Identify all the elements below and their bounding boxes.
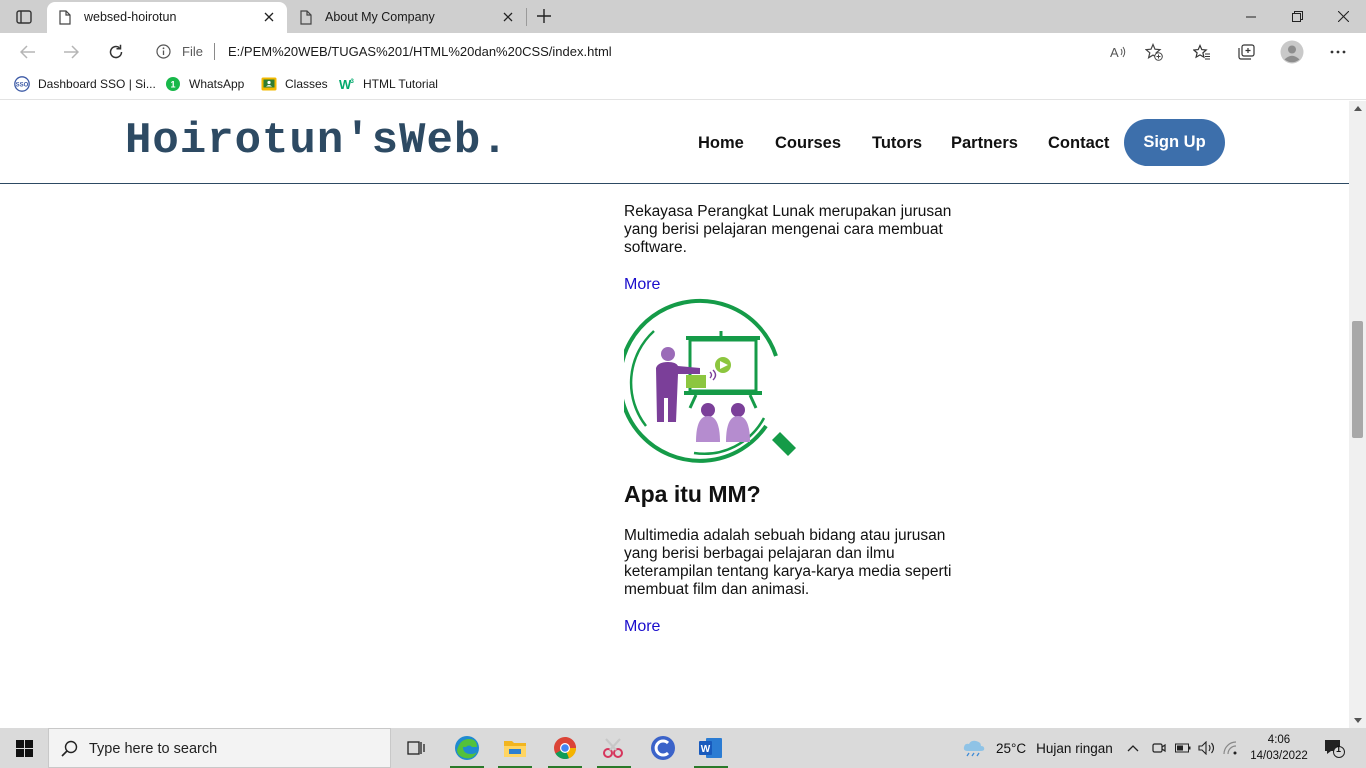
notification-count: 1: [1336, 744, 1342, 754]
tab-websed-hoirotun[interactable]: websed-hoirotun: [47, 2, 287, 33]
profile-avatar-icon[interactable]: [1278, 38, 1306, 66]
page-viewport: Hoirotun'sWeb. Home Courses Tutors Partn…: [0, 101, 1349, 728]
tab-about-my-company[interactable]: About My Company: [288, 2, 526, 33]
weather-temp: 25°C: [996, 740, 1027, 756]
rpl-description: Rekayasa Perangkat Lunak merupakan jurus…: [624, 203, 952, 256]
info-icon[interactable]: [156, 44, 171, 64]
system-clock[interactable]: 4:06 14/03/2022: [1244, 732, 1314, 764]
address-divider: [214, 43, 215, 60]
nav-contact[interactable]: Contact: [1048, 119, 1109, 167]
bookmark-html-tutorial[interactable]: W3 HTML Tutorial: [339, 76, 438, 92]
word-icon[interactable]: W: [688, 728, 734, 768]
bookmark-label: HTML Tutorial: [363, 77, 438, 91]
weather-desc: Hujan ringan: [1036, 740, 1113, 756]
tab-bar: websed-hoirotun About My Company: [0, 0, 1366, 33]
page-icon: [300, 10, 312, 28]
notification-center-icon[interactable]: 1: [1324, 728, 1346, 768]
forward-icon[interactable]: [57, 38, 85, 66]
mm-description: Multimedia adalah sebuah bidang atau jur…: [624, 527, 952, 598]
tab-title: About My Company: [325, 10, 435, 24]
scroll-thumb[interactable]: [1352, 321, 1363, 438]
bookmark-whatsapp[interactable]: 1 WhatsApp: [165, 76, 244, 92]
bookmark-label: WhatsApp: [189, 77, 245, 91]
favorites-icon[interactable]: [1188, 38, 1216, 66]
bookmark-label: Dashboard SSO | Si...: [38, 77, 156, 91]
task-view-icon[interactable]: [393, 728, 439, 768]
nav-home[interactable]: Home: [698, 119, 744, 167]
bookmark-classes[interactable]: Classes: [261, 76, 328, 92]
weather-widget[interactable]: 25°C Hujan ringan: [962, 728, 1113, 768]
nav-home-link[interactable]: Home: [698, 134, 744, 153]
collections-icon[interactable]: [1232, 38, 1260, 66]
w3schools-icon: W3: [339, 76, 355, 92]
tab-title: websed-hoirotun: [84, 10, 177, 24]
show-hidden-icons[interactable]: [1127, 728, 1139, 768]
page-scrollbar[interactable]: [1349, 101, 1366, 728]
nav-tutors-link[interactable]: Tutors: [872, 134, 922, 153]
nav-partners-link[interactable]: Partners: [951, 134, 1018, 153]
mm-section-title: Apa itu MM?: [624, 481, 761, 507]
restore-icon[interactable]: [1274, 0, 1320, 33]
page-icon: [59, 10, 71, 28]
scroll-up-icon[interactable]: [1353, 104, 1362, 113]
svg-text:1: 1: [170, 80, 175, 90]
svg-text:3: 3: [351, 79, 355, 85]
sign-up-button[interactable]: Sign Up: [1124, 119, 1225, 166]
close-tab-icon[interactable]: [259, 7, 279, 27]
scheme-label: File: [182, 44, 203, 59]
meet-now-icon[interactable]: [1151, 728, 1167, 768]
sso-icon: SSO: [14, 76, 30, 92]
more-link-mm[interactable]: More: [624, 618, 969, 636]
edge-icon[interactable]: [444, 728, 490, 768]
svg-text:A: A: [1110, 45, 1119, 59]
close-tab-icon[interactable]: [498, 7, 518, 27]
search-placeholder: Type here to search: [89, 741, 218, 757]
windows-taskbar: Type here to search W 25°C Hujan ringan: [0, 728, 1366, 768]
read-aloud-icon[interactable]: A: [1108, 42, 1128, 62]
browser-toolbar: File E:/PEM%20WEB/TUGAS%201/HTML%20dan%2…: [0, 33, 1366, 69]
nav-courses-link[interactable]: Courses: [775, 134, 841, 153]
clock-date: 14/03/2022: [1250, 750, 1308, 762]
site-logo[interactable]: Hoirotun'sWeb.: [125, 116, 509, 166]
bookmark-dashboard-sso[interactable]: SSO Dashboard SSO | Si...: [14, 76, 156, 92]
refresh-icon[interactable]: [102, 38, 130, 66]
clock-time: 4:06: [1267, 734, 1291, 746]
bookmarks-bar: SSO Dashboard SSO | Si... 1 WhatsApp Cla…: [0, 69, 1366, 100]
classroom-icon: [261, 76, 277, 92]
more-options-icon[interactable]: [1324, 38, 1352, 66]
add-favorite-icon[interactable]: [1144, 42, 1164, 62]
ccleaner-icon[interactable]: [640, 728, 686, 768]
svg-text:W: W: [701, 744, 711, 755]
minimize-icon[interactable]: [1228, 0, 1274, 33]
presentation-magnifier-icon: [618, 298, 796, 463]
site-header: Hoirotun'sWeb. Home Courses Tutors Partn…: [0, 101, 1349, 184]
address-bar[interactable]: File E:/PEM%20WEB/TUGAS%201/HTML%20dan%2…: [144, 36, 1174, 67]
taskbar-search-box[interactable]: Type here to search: [48, 728, 391, 768]
nav-partners[interactable]: Partners: [951, 119, 1018, 167]
multimedia-illustration: [618, 298, 804, 470]
snipping-tool-icon[interactable]: [591, 728, 637, 768]
svg-text:SSO: SSO: [16, 83, 29, 89]
windows-start-icon[interactable]: [0, 728, 48, 768]
nav-courses[interactable]: Courses: [775, 119, 841, 167]
wifi-icon[interactable]: [1222, 728, 1238, 768]
cloud-rain-icon: [962, 739, 986, 757]
bookmark-label: Classes: [285, 77, 328, 91]
scroll-down-icon[interactable]: [1353, 716, 1362, 725]
tab-actions-icon[interactable]: [10, 6, 38, 28]
tab-divider: [526, 8, 527, 26]
new-tab-icon[interactable]: [533, 5, 555, 27]
chrome-icon[interactable]: [542, 728, 588, 768]
back-icon[interactable]: [14, 38, 42, 66]
more-link-rpl[interactable]: More: [624, 276, 969, 294]
volume-icon[interactable]: [1198, 728, 1216, 768]
whatsapp-icon: 1: [165, 76, 181, 92]
close-window-icon[interactable]: [1320, 0, 1366, 33]
file-explorer-icon[interactable]: [492, 728, 538, 768]
nav-contact-link[interactable]: Contact: [1048, 134, 1109, 153]
battery-icon[interactable]: [1175, 728, 1191, 768]
search-icon: [61, 740, 78, 762]
nav-tutors[interactable]: Tutors: [872, 119, 922, 167]
url-text[interactable]: E:/PEM%20WEB/TUGAS%201/HTML%20dan%20CSS/…: [228, 44, 612, 59]
